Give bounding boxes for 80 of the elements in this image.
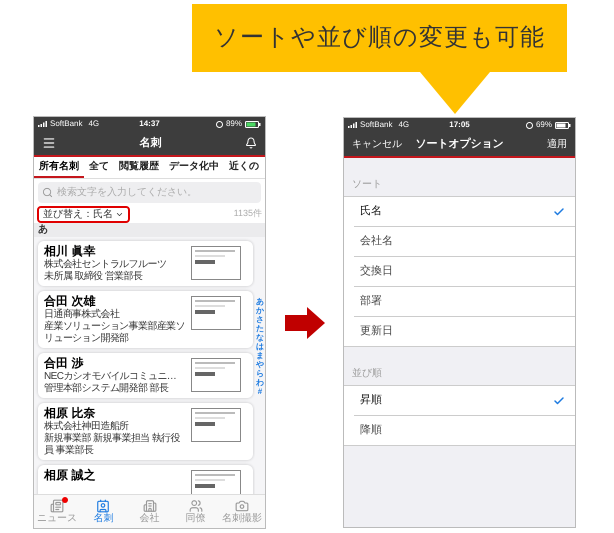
contact-card[interactable]: 相原 比奈 株式会社神田造船所 新規事業部 新規事業担当 執行役員 事業部長 (38, 403, 253, 460)
section-header: 並び順 (352, 367, 382, 381)
tab[interactable]: データ化中 (164, 157, 224, 178)
callout-text: ソートや並び順の変更も可能 (214, 23, 545, 53)
contact-card[interactable]: 相川 眞幸 株式会社セントラルフルーツ 未所属 取締役 営業部長 (38, 241, 253, 286)
contact-detail: 日通商事株式会社 (44, 309, 121, 320)
news-icon (50, 499, 64, 513)
index-letter[interactable]: や (256, 360, 264, 369)
card-image-placeholder (191, 246, 241, 280)
clock-text: 17:05 (449, 121, 470, 129)
contact-card[interactable]: 相原 誠之 (38, 465, 253, 494)
signal-icon (348, 122, 357, 128)
contact-detail: 株式会社セントラルフルーツ (44, 259, 168, 270)
check-icon (553, 206, 565, 218)
index-letter[interactable]: あ (256, 297, 264, 306)
sort-dropdown[interactable]: 並び替え：氏名 (37, 206, 130, 222)
card-image-placeholder (191, 296, 241, 330)
contact-name: 相原 比奈 (44, 406, 96, 420)
alarm-icon (526, 122, 533, 128)
sort-option[interactable]: 更新日 (354, 317, 575, 346)
menu-icon[interactable] (42, 136, 56, 150)
card-image-placeholder (191, 358, 241, 392)
index-letter[interactable]: た (256, 324, 264, 333)
contact-card[interactable]: 合田 渉 NECカシオモバイルコミュニ… 管理本部システム開発部 部長 (38, 353, 253, 398)
apply-button[interactable]: 適用 (547, 136, 567, 152)
search-icon (42, 187, 53, 198)
index-letter[interactable]: か (256, 306, 264, 315)
contact-name: 相原 誠之 (44, 468, 96, 483)
tab[interactable]: 近くの (224, 157, 264, 178)
sort-option[interactable]: 交換日 (354, 257, 575, 286)
tab-bar-item[interactable]: 名刺 (80, 495, 126, 528)
section-header: あ (34, 223, 265, 237)
signal-icon (38, 121, 47, 127)
index-letter[interactable]: は (256, 342, 264, 351)
network-text: 4G (88, 120, 100, 128)
index-letter[interactable]: な (256, 333, 264, 342)
tab[interactable]: 所有名刺 (34, 157, 84, 178)
cards-icon (96, 499, 110, 513)
tab[interactable]: 閲覧履歴 (114, 157, 164, 178)
card-image-placeholder (191, 408, 241, 442)
index-letter[interactable]: # (258, 387, 262, 396)
camera-icon (234, 499, 249, 513)
nav-title: 名刺 (140, 136, 162, 151)
cancel-button[interactable]: キャンセル (352, 136, 402, 152)
contact-card[interactable]: 合田 次雄 日通商事株式会社 産業ソリューション事業部産業ソリューション開発部 (38, 291, 253, 348)
right-arrow-icon (284, 306, 324, 338)
company-icon (142, 499, 156, 513)
network-text: 4G (398, 121, 410, 129)
carrier-text: SoftBank (50, 120, 82, 128)
count-text: 1135件 (234, 207, 262, 220)
colleagues-icon (188, 499, 203, 513)
index-letter[interactable]: ら (256, 369, 264, 378)
search-placeholder: 検索文字を入力してください。 (57, 186, 197, 200)
alarm-icon (216, 120, 223, 128)
contact-name: 合田 渉 (44, 356, 84, 371)
contact-detail: 株式会社神田造船所 (44, 421, 130, 432)
contact-detail: 管理本部システム開発部 部長 (44, 383, 170, 395)
section-header: ソート (352, 178, 382, 192)
index-letter[interactable]: わ (256, 378, 264, 387)
nav-title: ソートオプション (416, 136, 504, 152)
sort-option[interactable]: 昇順 (354, 386, 575, 415)
clock-text: 14:37 (139, 120, 160, 128)
contact-name: 相川 眞幸 (44, 244, 96, 258)
index-letter[interactable]: ま (256, 351, 264, 360)
carrier-text: SoftBank (360, 121, 392, 129)
bell-icon[interactable] (245, 137, 257, 149)
sort-option[interactable]: 会社名 (354, 227, 575, 256)
contact-detail: NECカシオモバイルコミュニ… (44, 371, 178, 382)
battery-text: 89% (226, 120, 242, 128)
contact-name: 合田 次雄 (44, 294, 96, 308)
index-letter[interactable]: さ (256, 315, 264, 324)
sort-option[interactable]: 氏名 (354, 197, 575, 226)
sort-option[interactable]: 部署 (354, 287, 575, 316)
contact-detail: 新規事業部 新規事業担当 執行役員 事業部長 (44, 433, 181, 457)
contact-detail: 未所属 取締役 営業部長 (44, 271, 144, 283)
tab[interactable]: 全て (84, 157, 114, 178)
sort-option[interactable]: 降順 (354, 416, 575, 445)
contact-detail: 産業ソリューション事業部産業ソリューション開発部 (44, 321, 186, 345)
check-icon (553, 394, 565, 406)
battery-text: 69% (536, 121, 552, 129)
